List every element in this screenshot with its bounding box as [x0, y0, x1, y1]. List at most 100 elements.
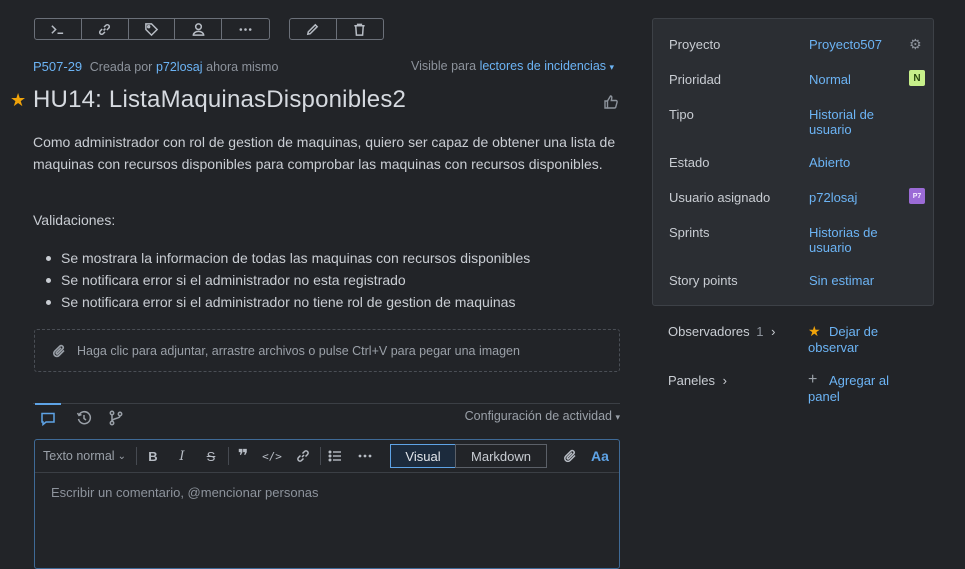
code-icon: </> [262, 449, 282, 463]
details-panel: Proyecto Proyecto507 ⚙ Prioridad Normal … [652, 18, 934, 306]
issue-title[interactable]: HU14: ListaMaquinasDisponibles2 [33, 86, 406, 114]
comment-icon [41, 412, 55, 426]
tab-history[interactable] [71, 404, 97, 431]
activity-settings-label: Configuración de actividad [464, 409, 612, 423]
chevron-down-icon: ⌄ [117, 450, 126, 462]
caret-down-icon: ▾ [609, 62, 615, 72]
mode-markdown-button[interactable]: Markdown [455, 444, 547, 468]
text-style-value: Texto normal [43, 449, 115, 463]
chevron-right-icon: › [722, 373, 727, 388]
field-label: Prioridad [669, 72, 722, 87]
paperclip-icon [564, 449, 576, 463]
more-button[interactable] [222, 19, 269, 39]
project-value[interactable]: Proyecto507 [809, 37, 899, 52]
tab-commits[interactable] [103, 404, 129, 431]
branch-icon [109, 410, 123, 425]
story-points-value[interactable]: Sin estimar [809, 273, 899, 288]
validations-list: Se mostrara la informacion de todas las … [45, 247, 530, 313]
add-to-board-button[interactable]: Agregar al panel [808, 373, 908, 405]
paperclip-icon [53, 344, 65, 357]
assignee-value[interactable]: p72losaj [809, 190, 899, 205]
field-label: Proyecto [669, 37, 721, 52]
tag-icon [145, 22, 159, 36]
list-item: Se notificara error si el administrador … [45, 269, 530, 291]
field-label: Story points [669, 273, 738, 288]
visibility-selector[interactable]: Visible para lectores de incidencias ▾ [411, 59, 614, 73]
comment-input[interactable]: Escribir un comentario, @mencionar perso… [51, 485, 319, 500]
field-label: Tipo [669, 107, 694, 122]
priority-badge: N [909, 70, 925, 86]
list-item: Se mostrara la informacion de todas las … [45, 247, 530, 269]
editor-toolbar: Texto normal ⌄ B I S ❞ </> Visual Markdo… [35, 440, 619, 473]
caret-down-icon: ▾ [615, 412, 620, 422]
status-value[interactable]: Abierto [809, 155, 899, 170]
edit-actions-toolbar [289, 18, 384, 40]
comment-editor: Texto normal ⌄ B I S ❞ </> Visual Markdo… [34, 439, 620, 569]
strikethrough-icon: S [206, 448, 216, 464]
type-value[interactable]: Historial de usuario [809, 107, 899, 137]
code-button[interactable]: </> [261, 440, 283, 472]
attachment-dropzone[interactable]: Haga clic para adjuntar, arrastre archiv… [34, 329, 620, 372]
assign-user-icon [192, 22, 205, 36]
attach-button[interactable] [559, 440, 581, 472]
unwatch-button[interactable]: Dejar de observar [808, 324, 908, 356]
delete-button[interactable] [337, 19, 384, 39]
priority-value[interactable]: Normal [809, 72, 899, 87]
watchers-count: 1 [756, 324, 764, 339]
more-formatting-button[interactable] [354, 440, 376, 472]
field-label: Usuario asignado [669, 190, 771, 205]
sprint-value[interactable]: Historias de usuario [809, 225, 899, 255]
activity-tabs: Configuración de actividad ▾ [33, 403, 620, 431]
gear-icon[interactable]: ⚙ [909, 36, 922, 53]
thumbs-up-icon[interactable] [603, 94, 619, 113]
issue-key[interactable]: P507-29 [33, 59, 82, 74]
link-icon [297, 450, 309, 462]
strikethrough-button[interactable]: S [201, 440, 221, 472]
created-time: ahora mismo [206, 60, 279, 74]
italic-icon: I [179, 448, 185, 464]
history-icon [76, 410, 92, 424]
list-item: Se notificara error si el administrador … [45, 291, 530, 313]
boards-label: Paneles [668, 373, 715, 388]
issue-meta: P507-29 Creada por p72losaj ahora mismo [33, 59, 278, 74]
boards-toggle[interactable]: Paneles › [668, 373, 727, 388]
watchers-label: Observadores [668, 324, 750, 339]
font-toggle-button[interactable]: Aa [588, 440, 612, 472]
edit-icon [307, 23, 319, 35]
star-icon[interactable]: ★ [10, 90, 26, 111]
chevron-right-icon: › [771, 324, 776, 339]
assign-user-button[interactable] [175, 19, 223, 39]
tab-comments[interactable] [35, 403, 61, 432]
italic-button[interactable]: I [172, 440, 192, 472]
bullet-list-button[interactable] [325, 440, 345, 472]
attachment-hint: Haga clic para adjuntar, arrastre archiv… [77, 343, 520, 358]
mode-visual-button[interactable]: Visual [390, 444, 456, 468]
watchers-toggle[interactable]: Observadores 1 › [668, 324, 775, 339]
list-icon [328, 450, 341, 462]
visibility-value: lectores de incidencias [479, 59, 607, 73]
activity-settings[interactable]: Configuración de actividad ▾ [465, 409, 620, 423]
link-button[interactable] [82, 19, 129, 39]
tag-button[interactable] [129, 19, 176, 39]
created-by-prefix: Creada por [89, 60, 153, 74]
field-label: Sprints [669, 225, 710, 240]
more-icon [239, 27, 252, 31]
more-icon [358, 454, 372, 458]
trash-icon [354, 23, 365, 36]
command-button[interactable] [35, 19, 82, 39]
quote-icon: ❞ [237, 445, 249, 466]
quote-button[interactable]: ❞ [233, 440, 253, 472]
edit-button[interactable] [290, 19, 337, 39]
field-label: Estado [669, 155, 710, 170]
validations-heading: Validaciones: [33, 212, 116, 228]
insert-link-button[interactable] [292, 440, 314, 472]
visibility-prefix: Visible para [411, 59, 477, 73]
terminal-icon [51, 24, 64, 34]
author-link[interactable]: p72losaj [156, 60, 203, 74]
link-icon [99, 23, 111, 35]
bold-button[interactable]: B [143, 440, 163, 472]
issue-description: Como administrador con rol de gestion de… [33, 134, 616, 172]
text-style-select[interactable]: Texto normal ⌄ [43, 440, 126, 472]
bold-icon: B [148, 448, 158, 464]
issue-actions-toolbar [34, 18, 270, 40]
